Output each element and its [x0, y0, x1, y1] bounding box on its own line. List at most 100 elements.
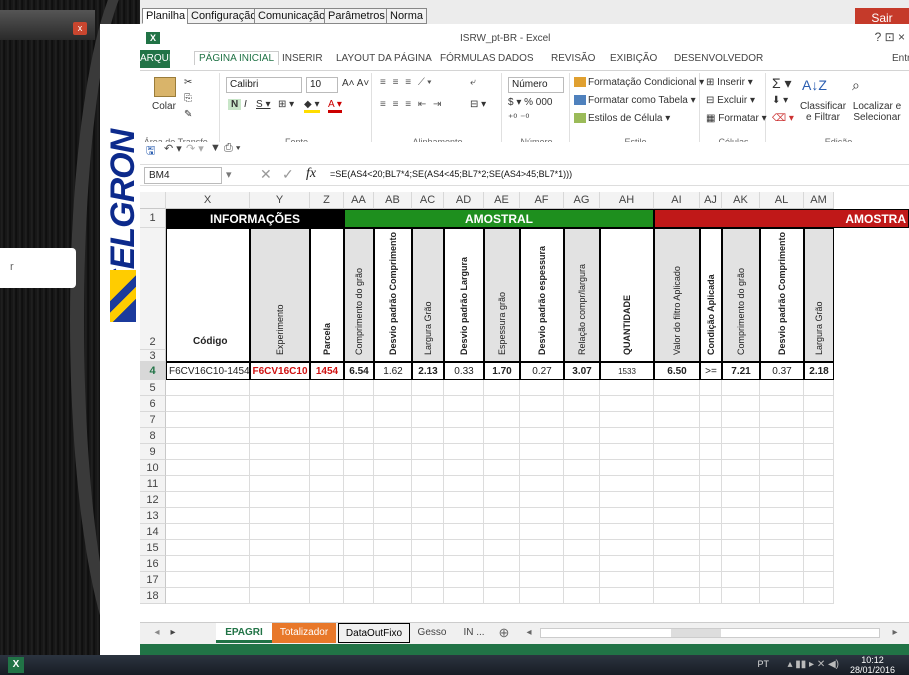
data-cell[interactable]: F6CV16C10-1454 — [166, 362, 250, 380]
grid-cell[interactable] — [564, 540, 600, 556]
save-icon[interactable]: 🖫 — [146, 142, 155, 161]
data-cell[interactable]: 1.70 — [484, 362, 520, 380]
grid-cell[interactable] — [564, 492, 600, 508]
tab-planilha[interactable]: Planilha — [142, 8, 190, 24]
grid-cell[interactable] — [374, 396, 412, 412]
grid-cell[interactable] — [760, 460, 804, 476]
data-cell[interactable]: 1.62 — [374, 362, 412, 380]
grid-cell[interactable] — [722, 412, 760, 428]
tab-parametros[interactable]: Parâmetros — [324, 8, 389, 24]
row-header[interactable]: 18 — [140, 588, 166, 604]
grid-cell[interactable] — [310, 380, 344, 396]
grid-cell[interactable] — [310, 412, 344, 428]
grid-cell[interactable] — [484, 380, 520, 396]
grid-cell[interactable] — [564, 524, 600, 540]
grid-cell[interactable] — [564, 444, 600, 460]
grid-cell[interactable] — [564, 508, 600, 524]
grid-cell[interactable] — [412, 572, 444, 588]
row-header[interactable]: 15 — [140, 540, 166, 556]
paste-button[interactable]: Colar — [152, 101, 176, 112]
grid-cell[interactable] — [250, 396, 310, 412]
grid-cell[interactable] — [250, 540, 310, 556]
fill-icon[interactable]: ⬇ ▾ — [772, 95, 788, 106]
grid-cell[interactable] — [374, 412, 412, 428]
format-cells-button[interactable]: ▦ Formatar ▾ — [706, 113, 767, 124]
grid-cell[interactable] — [760, 396, 804, 412]
grid-cell[interactable] — [250, 428, 310, 444]
grid-cell[interactable] — [760, 380, 804, 396]
grid-cell[interactable] — [520, 492, 564, 508]
grid-cell[interactable] — [166, 428, 250, 444]
grid-cell[interactable] — [444, 412, 484, 428]
ribbon-entrar[interactable]: Entr — [892, 53, 909, 64]
grid-cell[interactable] — [564, 460, 600, 476]
italic-button[interactable]: I — [244, 99, 247, 110]
data-cell[interactable]: 3.07 — [564, 362, 600, 380]
wrap-text-icon[interactable]: ⤶ — [470, 77, 476, 88]
grid-cell[interactable] — [484, 588, 520, 604]
column-header[interactable]: AI — [654, 192, 700, 209]
column-header[interactable]: X — [166, 192, 250, 209]
grid-cell[interactable] — [564, 412, 600, 428]
row-header[interactable]: 7 — [140, 412, 166, 428]
grid-cell[interactable] — [412, 588, 444, 604]
grid-cell[interactable] — [760, 524, 804, 540]
grid-cell[interactable] — [804, 476, 834, 492]
grid-cell[interactable] — [310, 572, 344, 588]
grid-cell[interactable] — [804, 524, 834, 540]
grid-cell[interactable] — [166, 476, 250, 492]
grid-cell[interactable] — [600, 524, 654, 540]
column-header[interactable]: Z — [310, 192, 344, 209]
column-header[interactable]: AF — [520, 192, 564, 209]
data-cell[interactable]: 0.27 — [520, 362, 564, 380]
grid-cell[interactable] — [344, 540, 374, 556]
grid-cell[interactable] — [374, 380, 412, 396]
grid-cell[interactable] — [166, 460, 250, 476]
grid-cell[interactable] — [722, 492, 760, 508]
window-controls[interactable]: ? ⊡ × — [875, 30, 905, 44]
taskbar-clock[interactable]: 10:12 28/01/2016 — [850, 655, 895, 675]
grid-cell[interactable] — [374, 540, 412, 556]
grid-cell[interactable] — [250, 380, 310, 396]
tab-formulas[interactable]: FÓRMULAS — [440, 53, 496, 64]
grid-cell[interactable] — [520, 444, 564, 460]
insert-function-icon[interactable]: fx — [306, 166, 316, 182]
grid-cell[interactable] — [444, 476, 484, 492]
tray-icons[interactable]: ▴ ▮▮ ▸ ✕ ◀) — [787, 659, 839, 670]
data-cell[interactable]: 1454 — [310, 362, 344, 380]
cut-icon[interactable]: ✂ — [184, 77, 192, 88]
enter-icon[interactable]: ✓ — [282, 166, 294, 183]
grid-cell[interactable] — [344, 412, 374, 428]
tab-norma[interactable]: Norma — [386, 8, 428, 24]
find-icon[interactable]: ⌕ — [852, 77, 860, 94]
grid-cell[interactable] — [250, 556, 310, 572]
row-header[interactable]: 16 — [140, 556, 166, 572]
font-color-icon[interactable]: A ▾ — [328, 99, 342, 113]
merge-icon[interactable]: ⊟ ▾ — [470, 99, 486, 110]
grid-cell[interactable] — [166, 508, 250, 524]
format-table-button[interactable]: Formatar como Tabela ▾ — [574, 95, 696, 106]
row-header[interactable]: 3 — [140, 350, 166, 362]
grid-cell[interactable] — [564, 396, 600, 412]
currency-percent-icons[interactable]: $ ▾ % 000 — [508, 97, 553, 108]
grid-cell[interactable] — [600, 492, 654, 508]
grid-cell[interactable] — [310, 476, 344, 492]
grid-cell[interactable] — [374, 444, 412, 460]
grid-cell[interactable] — [700, 476, 722, 492]
grid-cell[interactable] — [600, 428, 654, 444]
grid-cell[interactable] — [722, 428, 760, 444]
format-painter-icon[interactable]: ✎ — [184, 109, 192, 120]
grid-cell[interactable] — [520, 524, 564, 540]
grid-cell[interactable] — [166, 412, 250, 428]
number-format-select[interactable]: Número — [508, 77, 564, 93]
grid-cell[interactable] — [654, 492, 700, 508]
tab-dados[interactable]: DADOS — [498, 53, 534, 64]
grid-cell[interactable] — [250, 460, 310, 476]
row-header[interactable]: 9 — [140, 444, 166, 460]
redo-icon[interactable]: ↷ ▾ — [186, 142, 204, 155]
grid-cell[interactable] — [654, 460, 700, 476]
grid-cell[interactable] — [444, 444, 484, 460]
grid-cell[interactable] — [564, 588, 600, 604]
grid-cell[interactable] — [700, 380, 722, 396]
tab-configuracao[interactable]: Configuração — [187, 8, 261, 24]
